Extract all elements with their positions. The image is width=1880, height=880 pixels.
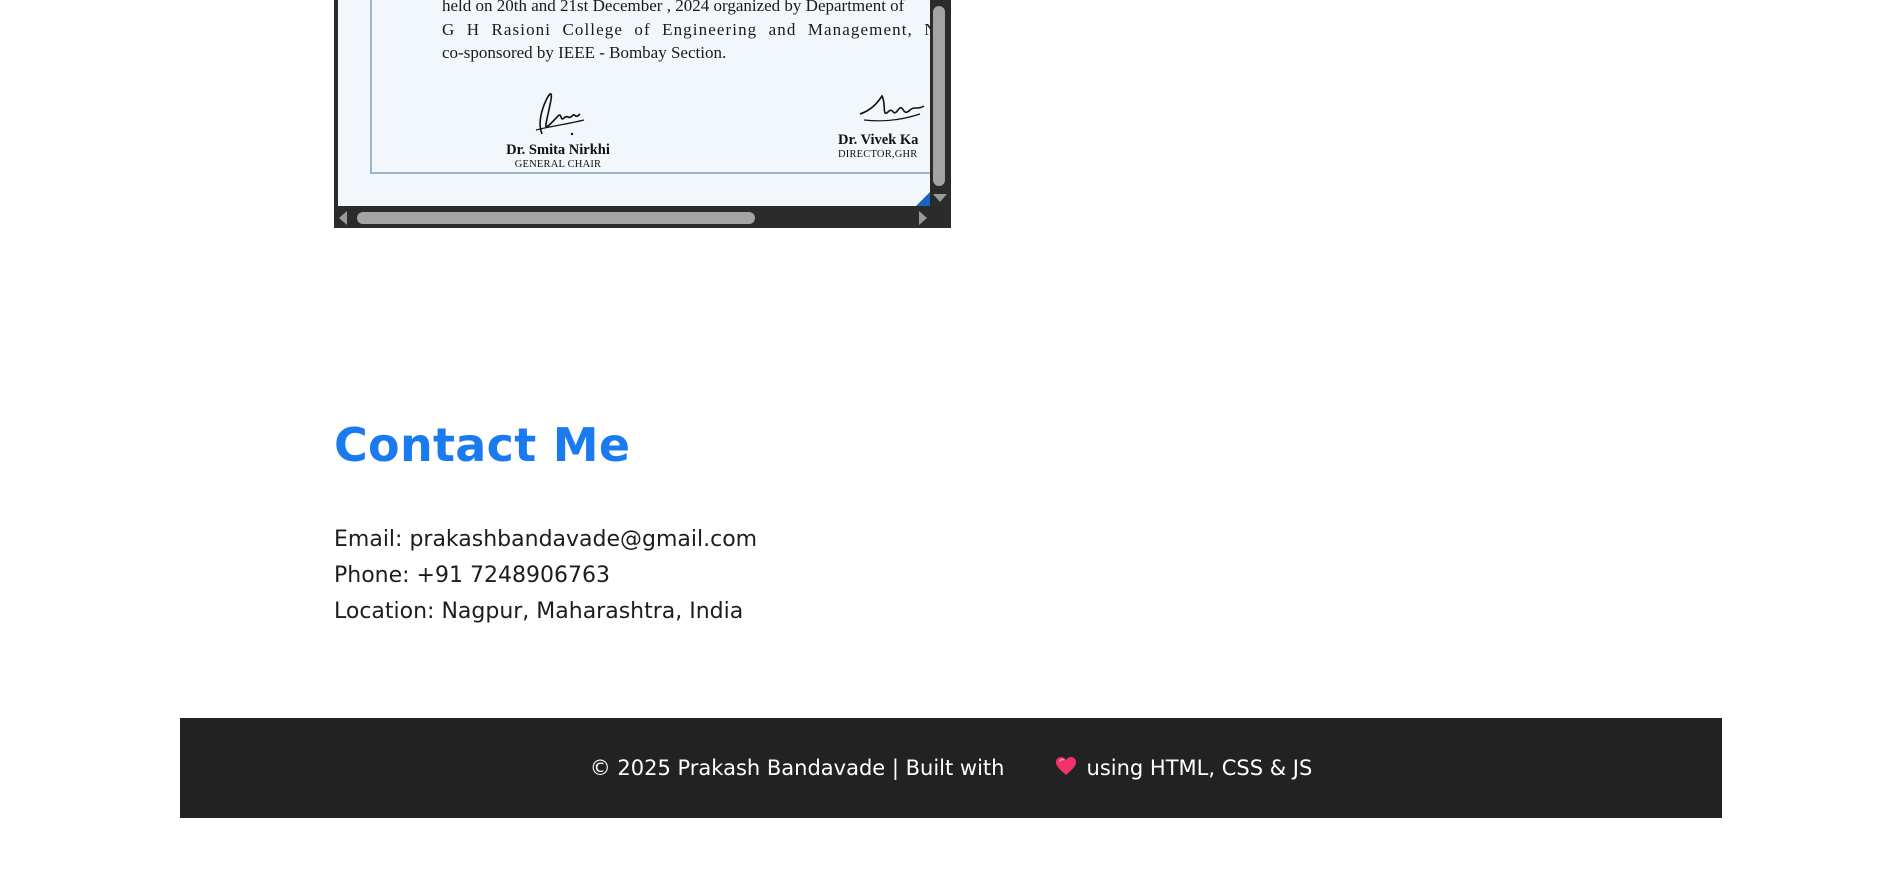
vertical-scrollbar-thumb[interactable] [933,6,945,186]
signature-block-director: Dr. Vivek Ka DIRECTOR,GHR [838,92,930,160]
signature-image [859,94,925,122]
contact-email: Email: prakashbandavade@gmail.com [334,527,758,552]
certificate-page: held on 20th and 21st December , 2024 or… [338,0,930,206]
signature-block-general-chair: Dr. Smita Nirkhi GENERAL CHAIR [488,90,628,170]
certificate-body-text: held on 20th and 21st December , 2024 or… [442,0,930,65]
footer-text-after: using HTML, CSS & JS [1086,756,1313,780]
contact-phone: Phone: +91 7248906763 [334,563,610,588]
signature-image [535,93,585,136]
signatory-role: GENERAL CHAIR [514,159,602,170]
scroll-right-arrow-icon[interactable] [919,211,927,225]
certificate-viewer[interactable]: held on 20th and 21st December , 2024 or… [334,0,951,228]
certificate-line: held on 20th and 21st December , 2024 or… [442,0,905,15]
scroll-left-arrow-icon[interactable] [339,211,347,225]
vertical-scrollbar[interactable] [930,0,949,206]
certificate-line: G H Rasioni College of Engineering and M… [442,19,930,39]
page: held on 20th and 21st December , 2024 or… [0,0,1880,880]
scroll-down-arrow-icon[interactable] [933,194,947,202]
contact-location: Location: Nagpur, Maharashtra, India [334,599,744,624]
footer-text-before: © 2025 Prakash Bandavade | Built with [589,756,1005,780]
site-footer: © 2025 Prakash Bandavade | Built with us… [180,718,1722,818]
contact-details: Email: prakashbandavade@gmail.com Phone:… [334,522,757,630]
signatory-role: DIRECTOR,GHR [838,149,918,160]
resize-corner-icon [916,192,930,206]
signatory-name: Dr. Smita Nirkhi [506,142,610,158]
certificate-line: co-sponsored by IEEE - Bombay Section. [442,43,727,62]
signatory-name: Dr. Vivek Ka [838,132,919,148]
heart-icon [1014,732,1076,805]
contact-heading: Contact Me [334,418,631,472]
horizontal-scrollbar-thumb[interactable] [357,212,755,224]
horizontal-scrollbar[interactable] [334,206,951,228]
